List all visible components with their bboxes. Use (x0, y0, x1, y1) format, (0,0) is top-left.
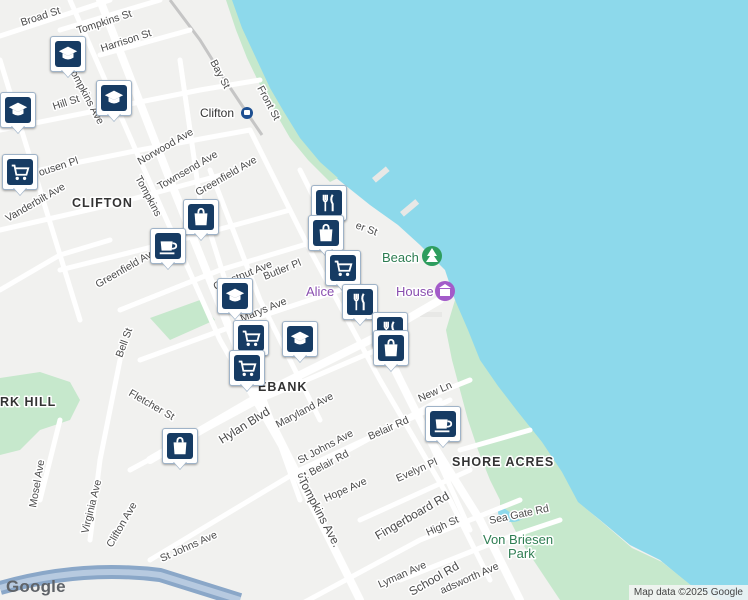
shopping-bag-icon (188, 204, 214, 230)
fork-knife-icon (316, 190, 342, 216)
coffee-cup-icon (155, 233, 181, 259)
marker-cafe-2[interactable] (425, 406, 461, 450)
shopping-cart-icon (330, 255, 356, 281)
place-von-briesen-1: Von Briesen (483, 532, 553, 547)
fork-knife-icon (347, 289, 373, 315)
marker-cafe-1[interactable] (150, 228, 186, 272)
marker-shopping-4[interactable] (162, 428, 198, 472)
graduation-cap-icon (5, 97, 31, 123)
place-clifton-station: Clifton (200, 106, 234, 120)
place-alice-house-b: House (396, 284, 434, 299)
shopping-bag-icon (313, 220, 339, 246)
train-station-icon[interactable] (241, 107, 253, 119)
neighborhood-grymes-hill: RK HILL (0, 395, 56, 409)
google-logo: Google (6, 577, 66, 597)
marker-school-3[interactable] (0, 89, 40, 136)
map-attribution[interactable]: Map data ©2025 Google (628, 585, 748, 600)
marker-school-2[interactable] (96, 77, 136, 124)
marker-grocery-4[interactable] (229, 347, 269, 394)
graduation-cap-icon (101, 85, 127, 111)
shopping-bag-icon (167, 433, 193, 459)
shopping-cart-icon (238, 325, 264, 351)
neighborhood-shore-acres: SHORE ACRES (452, 455, 554, 469)
graduation-cap-icon (55, 41, 81, 67)
neighborhood-clifton: CLIFTON (72, 196, 133, 210)
marker-shopping-3[interactable] (373, 327, 413, 374)
shopping-bag-icon (378, 335, 404, 361)
graduation-cap-icon (222, 283, 248, 309)
graduation-cap-icon (287, 326, 313, 352)
museum-icon[interactable] (435, 281, 455, 301)
coffee-cup-icon (430, 411, 456, 437)
marker-school-5[interactable] (282, 321, 318, 365)
marker-grocery-1[interactable] (2, 154, 38, 198)
marker-school-4[interactable] (217, 278, 253, 322)
place-beach: Beach (382, 250, 419, 265)
place-von-briesen-2: Park (508, 546, 535, 561)
marker-school-1[interactable] (50, 36, 86, 80)
neighborhood-rosebank: EBANK (258, 380, 307, 394)
shopping-cart-icon (7, 159, 33, 185)
marker-shopping-1[interactable] (183, 199, 219, 243)
google-logo-text: Google (6, 577, 66, 596)
park-tree-icon[interactable] (422, 246, 442, 266)
shopping-cart-icon (234, 355, 260, 381)
